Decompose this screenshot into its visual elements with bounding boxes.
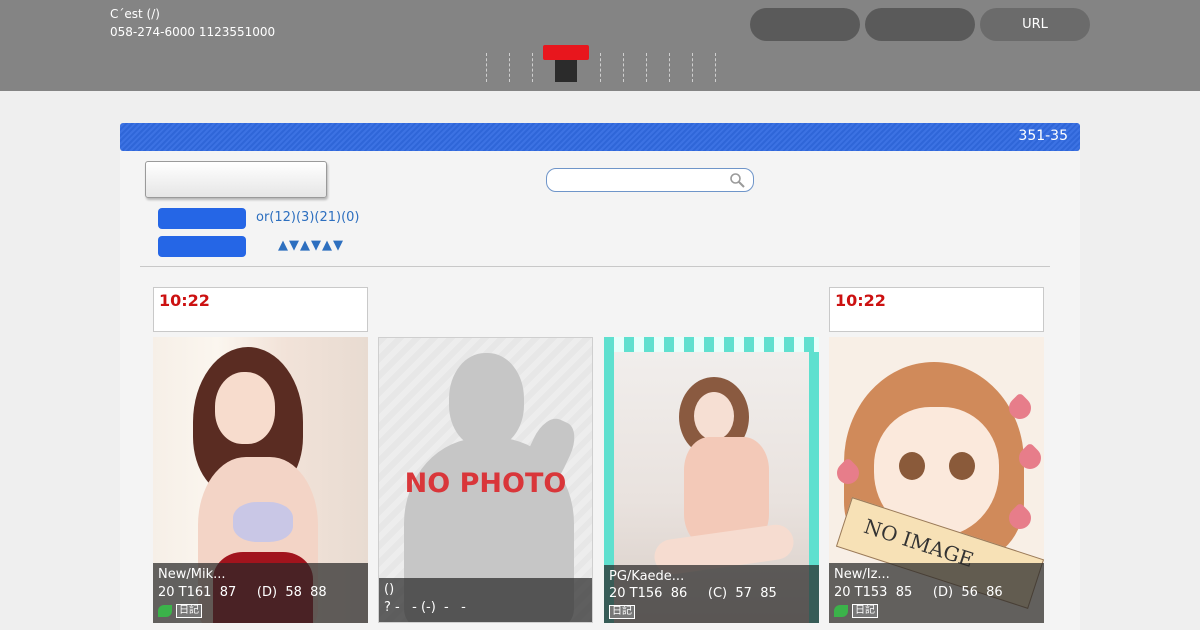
header-button-1[interactable] xyxy=(750,8,860,41)
photo-shape xyxy=(215,372,275,444)
divider xyxy=(140,266,1050,267)
search-icon[interactable] xyxy=(729,172,745,188)
header-button-url[interactable]: URL xyxy=(980,8,1090,41)
main-panel: 351-35 or(12)(3)(21)(0) ▲▼▲▼▲▼ 10:22 10:… xyxy=(120,123,1080,630)
nav-item[interactable] xyxy=(646,53,648,82)
card-caption: PG/Kaede... 20 T156 86 (C) 57 85 日記 xyxy=(604,565,819,623)
illustration-shape xyxy=(949,452,975,480)
section-title-count: 351-35 xyxy=(1018,128,1068,144)
card-name[interactable]: () xyxy=(384,582,394,597)
card-caption: () ? - - (-) - - xyxy=(379,578,592,622)
category-button[interactable] xyxy=(145,161,327,198)
card-stats: 20 T153 85 (D) 56 86 xyxy=(834,585,1003,600)
diary-badge[interactable]: 日記 xyxy=(852,604,878,618)
card-name[interactable]: PG/Kaede... xyxy=(609,569,684,584)
profile-card[interactable]: NO PHOTO () ? - - (-) - - xyxy=(378,337,593,623)
nav-active-indicator xyxy=(543,45,589,60)
section-title-bar: 351-35 xyxy=(120,123,1080,151)
nav-item[interactable] xyxy=(623,53,625,82)
profile-card[interactable]: New/Mik... 20 T161 87 (D) 58 88 日記 xyxy=(153,337,368,623)
frame-border xyxy=(604,337,819,352)
card-name[interactable]: New/Mik... xyxy=(158,567,226,582)
shop-name[interactable]: C´est (/) xyxy=(110,7,160,21)
work-time-box: 10:22 xyxy=(829,287,1044,332)
card-icons: 日記 xyxy=(834,604,878,618)
header-button-2[interactable] xyxy=(865,8,975,41)
leaf-icon xyxy=(834,605,848,617)
nav-item[interactable] xyxy=(669,53,671,82)
nav-item[interactable] xyxy=(509,53,511,82)
diary-badge[interactable]: 日記 xyxy=(609,605,635,619)
card-stats: 20 T161 87 (D) 58 88 xyxy=(158,585,327,600)
site-header: C´est (/) 058-274-6000 1123551000 URL xyxy=(0,0,1200,91)
card-caption: New/Iz... 20 T153 85 (D) 56 86 日記 xyxy=(829,563,1044,623)
card-icons: 日記 xyxy=(609,605,635,619)
nav-item[interactable] xyxy=(486,53,488,82)
sort-button[interactable] xyxy=(158,236,246,257)
no-photo-label: NO PHOTO xyxy=(404,468,567,499)
card-caption: New/Mik... 20 T161 87 (D) 58 88 日記 xyxy=(153,563,368,623)
filter-button[interactable] xyxy=(158,208,246,229)
profile-card[interactable]: NO IMAGE New/Iz... 20 T153 85 (D) 56 86 … xyxy=(829,337,1044,623)
nav-item[interactable] xyxy=(600,53,602,82)
leaf-icon xyxy=(158,605,172,617)
card-name[interactable]: New/Iz... xyxy=(834,567,890,582)
card-stats: ? - - (-) - - xyxy=(384,600,466,615)
filter-links[interactable]: or(12)(3)(21)(0) xyxy=(256,210,360,225)
photo-shape xyxy=(694,392,734,440)
nav-item-active[interactable] xyxy=(555,60,577,82)
nav-item[interactable] xyxy=(715,53,717,82)
profile-card[interactable]: PG/Kaede... 20 T156 86 (C) 57 85 日記 xyxy=(604,337,819,623)
search-input[interactable] xyxy=(546,168,754,192)
work-time: 10:22 xyxy=(835,291,886,310)
card-icons: 日記 xyxy=(158,604,202,618)
sort-arrows[interactable]: ▲▼▲▼▲▼ xyxy=(278,238,344,253)
illustration-shape xyxy=(899,452,925,480)
nav-item[interactable] xyxy=(692,53,694,82)
nav-item[interactable] xyxy=(532,53,534,82)
photo-shape xyxy=(233,502,293,542)
silhouette-shape xyxy=(449,353,524,448)
work-time: 10:22 xyxy=(159,291,210,310)
shop-phone[interactable]: 058-274-6000 1123551000 xyxy=(110,25,275,39)
diary-badge[interactable]: 日記 xyxy=(176,604,202,618)
work-time-box: 10:22 xyxy=(153,287,368,332)
card-stats: 20 T156 86 (C) 57 85 xyxy=(609,586,777,601)
